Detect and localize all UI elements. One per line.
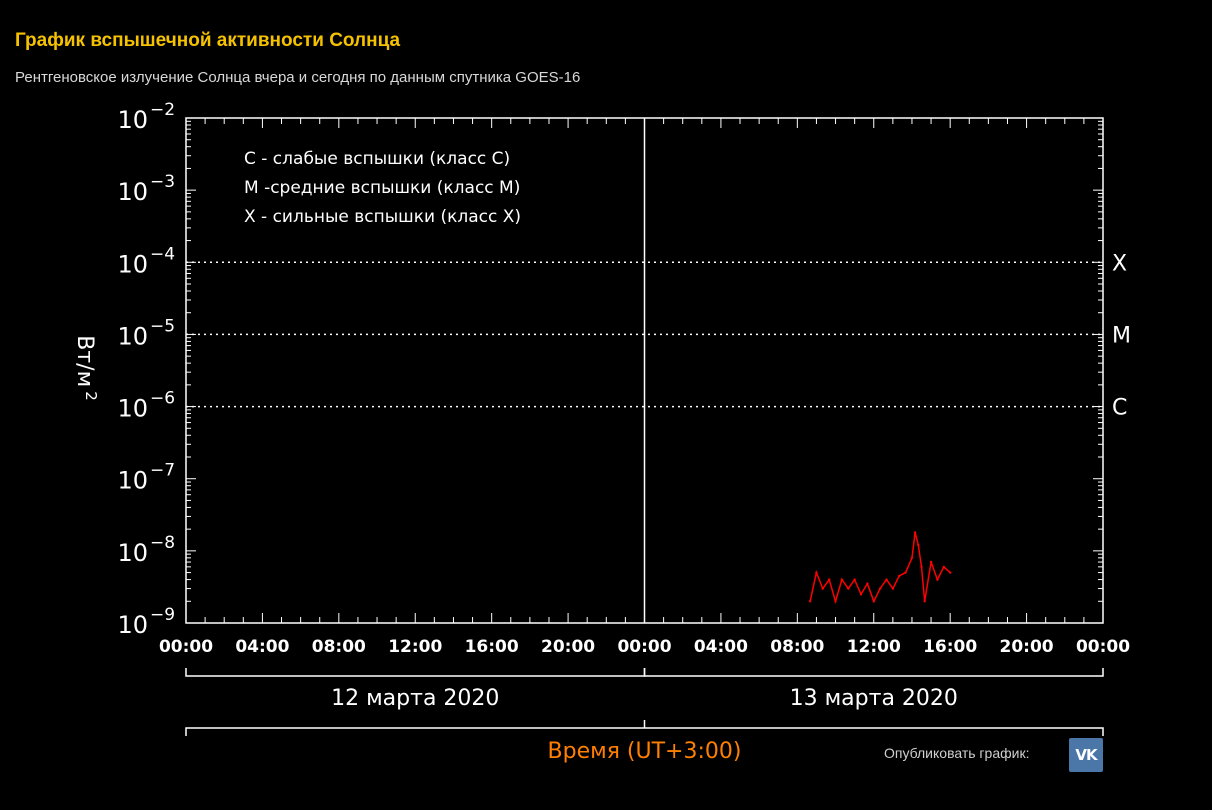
x-axis-label: Время (UT+3:00) [548,739,742,764]
xray-flux-point [834,600,837,603]
y-tick-label: 10 [117,250,148,278]
solar-flare-chart: 10 −210 −310 −410 −510 −610 −710 −810 −9XMCВт/м2… [72,100,1131,764]
xray-flux-point [913,531,917,534]
day-bracket [185,668,646,677]
xray-flux-point [840,578,844,581]
xray-flux-point [847,587,850,590]
class-level-label: M [1112,323,1131,348]
class-level-label: X [1112,251,1127,276]
y-tick-exponent: −5 [150,316,175,336]
xray-flux-point [942,565,945,569]
xray-flux-point [808,600,812,603]
y-tick-label: 10 [117,322,148,350]
x-tick-label: 16:00 [465,637,519,657]
x-tick-label: 20:00 [541,637,595,657]
x-tick-label: 04:00 [694,637,748,657]
xray-flux-point [885,578,888,581]
xray-flux-point [920,565,923,569]
xray-flux-point [904,571,907,574]
legend-entry: M -средние вспышки (класс M) [244,178,520,198]
x-tick-label: 04:00 [235,637,289,657]
y-tick-exponent: −9 [150,605,175,625]
xray-flux-point [898,574,901,578]
vk-icon: VK [1075,746,1097,764]
day-bracket [185,727,1104,736]
y-tick-label: 10 [117,106,148,134]
x-tick-label: 16:00 [923,637,977,657]
day-bracket [643,668,1104,677]
y-tick-exponent: −8 [150,533,175,553]
day-label: 13 марта 2020 [790,686,958,711]
y-tick-exponent: −6 [150,389,175,409]
xray-flux-point [853,578,856,581]
y-tick-exponent: −3 [150,172,175,192]
y-tick-label: 10 [117,178,148,206]
xray-flux-point [923,600,926,603]
xray-flux-point [859,593,863,596]
publish-label: Опубликовать график: [884,745,1030,761]
y-tick-label: 10 [117,611,148,639]
xray-flux-point [936,578,939,581]
y-tick-label: 10 [117,539,148,567]
x-tick-label: 08:00 [770,637,824,657]
class-level-label: C [1112,396,1127,421]
x-tick-label: 00:00 [1076,637,1130,657]
x-tick-label: 12:00 [388,637,442,657]
xray-flux-point [815,571,818,574]
y-tick-exponent: −2 [150,100,175,120]
xray-flux-point [872,600,875,603]
x-tick-label: 00:00 [159,637,213,657]
xray-flux-point [891,587,895,590]
vk-share-button[interactable]: VK [1069,738,1103,772]
legend-entry: C - слабые вспышки (класс C) [244,149,510,169]
xray-flux-point [866,582,869,585]
xray-flux-point [917,543,920,547]
x-tick-label: 00:00 [617,637,671,657]
legend-entry: X - сильные вспышки (класс X) [244,207,521,227]
xray-flux-point [828,578,831,581]
y-tick-exponent: −4 [150,244,175,264]
x-tick-label: 08:00 [312,637,366,657]
y-tick-exponent: −7 [150,461,175,481]
y-axis-label: Вт/м2 [72,335,100,400]
y-tick-label: 10 [117,395,148,423]
y-tick-label: 10 [117,467,148,495]
xray-flux-point [929,560,933,564]
x-tick-label: 12:00 [847,637,901,657]
xray-flux-point [949,571,952,574]
xray-flux-line [809,532,951,604]
x-tick-label: 20:00 [1000,637,1054,657]
xray-flux-point [910,556,914,559]
xray-flux-point [821,587,824,590]
xray-flux-point [878,587,882,590]
day-label: 12 марта 2020 [331,686,499,711]
